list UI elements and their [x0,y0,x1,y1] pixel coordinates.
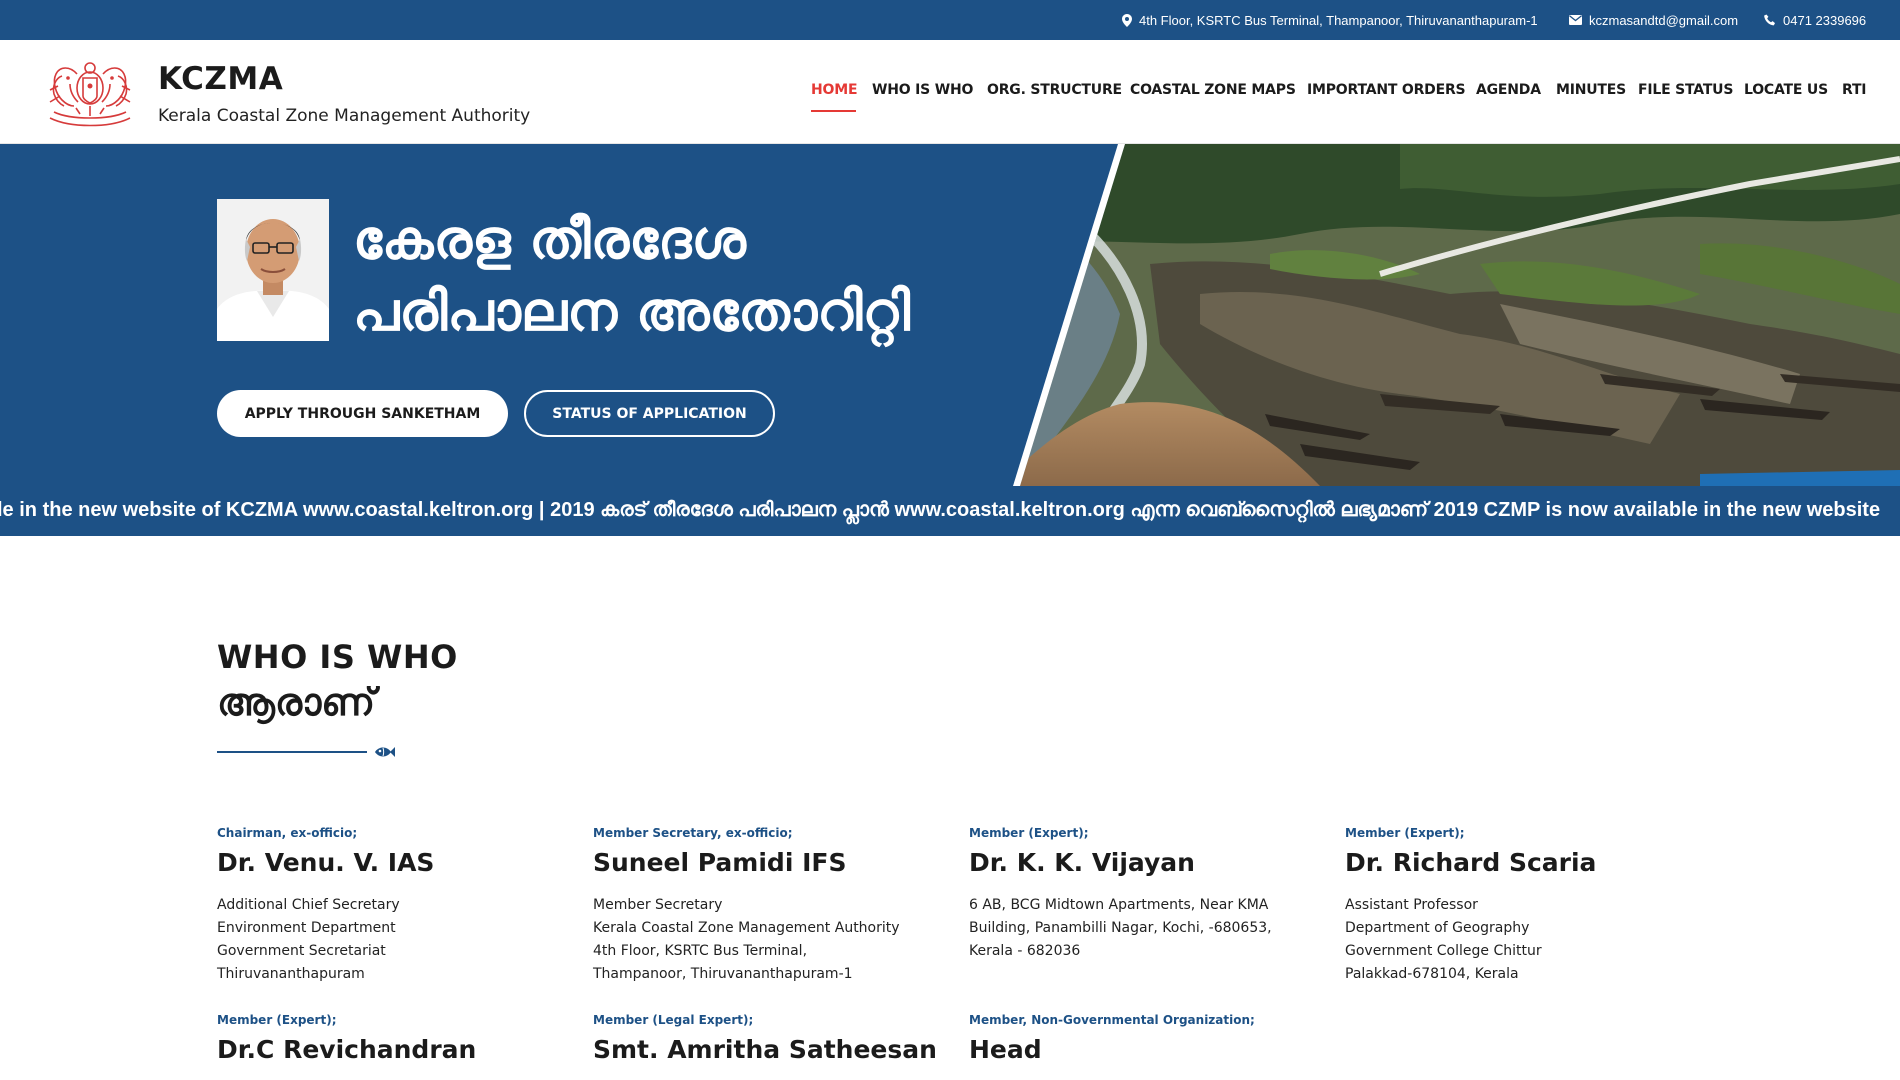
address-line: Building, Panambilli Nagar, Kochi, -6806… [969,920,1272,936]
nav-rti[interactable]: RTI [1842,82,1867,98]
member-role: Member (Expert); [1345,826,1465,840]
nav-agenda[interactable]: AGENDA [1476,82,1541,98]
email-info[interactable]: kczmasandtd@gmail.com [1569,0,1738,40]
member-role: Chairman, ex-officio; [217,826,358,840]
member-address: Member Secretary Kerala Coastal Zone Man… [593,894,933,986]
address-line: 6 AB, BCG Midtown Apartments, Near KMA [969,897,1269,913]
address-info: 4th Floor, KSRTC Bus Terminal, Thampanoo… [1122,0,1538,40]
member-card: Member Secretary, ex-officio; Suneel Pam… [593,826,933,986]
member-name: Head [969,1035,1042,1064]
address-line: Assistant Professor [1345,897,1478,913]
fish-icon [375,747,395,757]
member-card: Member, Non-Governmental Organization; H… [969,1013,1309,1064]
nav-coastal-zone-maps[interactable]: COASTAL ZONE MAPS [1130,82,1296,98]
member-role: Member (Legal Expert); [593,1013,754,1027]
address-text: 4th Floor, KSRTC Bus Terminal, Thampanoo… [1139,12,1538,28]
address-line: Kerala - 682036 [969,943,1081,959]
hero-title-line-1: കേരള തീരദേശ [353,208,746,271]
brand-title[interactable]: KCZMA [158,61,283,97]
hero-banner: കേരള തീരദേശ പരിപാലന അതോറിറ്റി APPLY THRO… [0,144,1900,486]
apply-through-sanketham-button[interactable]: APPLY THROUGH SANKETHAM [217,390,508,437]
member-role: Member, Non-Governmental Organization; [969,1013,1255,1027]
hero-title-line-2: പരിപാലന അതോറിറ്റി [353,280,911,343]
address-line: Thampanoor, Thiruvananthapuram-1 [593,966,853,982]
address-line: Palakkad-678104, Kerala [1345,966,1519,982]
nav-who-is-who[interactable]: WHO IS WHO [872,82,973,98]
address-line: 4th Floor, KSRTC Bus Terminal, [593,943,808,959]
email-text[interactable]: kczmasandtd@gmail.com [1589,13,1738,28]
member-role: Member Secretary, ex-officio; [593,826,793,840]
phone-info[interactable]: 0471 2339696 [1764,0,1866,40]
section-divider [217,751,367,753]
address-line: Department of Geography [1345,920,1530,936]
top-info-bar: 4th Floor, KSRTC Bus Terminal, Thampanoo… [0,0,1900,40]
address-line: Thiruvananthapuram [217,966,365,982]
member-card: Chairman, ex-officio; Dr. Venu. V. IAS A… [217,826,557,986]
section-subtitle: ആരാണ് [217,680,376,724]
envelope-icon [1569,15,1582,25]
address-line: Environment Department [217,920,396,936]
site-header: KCZMA Kerala Coastal Zone Management Aut… [0,40,1900,144]
member-card: Member (Expert); Dr. Richard Scaria Assi… [1345,826,1685,986]
nav-file-status[interactable]: FILE STATUS [1638,82,1733,98]
nav-minutes[interactable]: MINUTES [1556,82,1626,98]
address-line: Member Secretary [593,897,723,913]
chief-minister-portrait [217,199,329,341]
address-line: Additional Chief Secretary [217,897,400,913]
hero-title: കേരള തീരദേശ പരിപാലന അതോറിറ്റി [353,204,910,348]
member-address: Assistant Professor Department of Geogra… [1345,894,1685,986]
member-name: Dr. K. K. Vijayan [969,848,1195,877]
nav-org-structure[interactable]: ORG. STRUCTURE [987,82,1122,98]
member-card: Member (Legal Expert); Smt. Amritha Sath… [593,1013,937,1064]
address-line: Government College Chittur [1345,943,1542,959]
nav-locate-us[interactable]: LOCATE US [1744,82,1828,98]
member-role: Member (Expert); [217,1013,337,1027]
nav-important-orders[interactable]: IMPORTANT ORDERS [1307,82,1466,98]
brand-subtitle: Kerala Coastal Zone Management Authority [158,106,531,126]
phone-icon [1764,14,1775,26]
active-nav-indicator [811,110,856,112]
phone-text[interactable]: 0471 2339696 [1783,13,1866,28]
section-title: WHO IS WHO [217,638,458,676]
address-line: Government Secretariat [217,943,386,959]
member-card: Member (Expert); Dr.C Revichandran [217,1013,557,1064]
nav-home[interactable]: HOME [811,82,858,98]
location-pin-icon [1122,13,1132,27]
member-name: Dr. Richard Scaria [1345,848,1597,877]
news-ticker: le in the new website of KCZMA www.coast… [0,486,1900,536]
member-name: Smt. Amritha Satheesan [593,1035,937,1064]
member-role: Member (Expert); [969,826,1089,840]
status-of-application-button[interactable]: STATUS OF APPLICATION [524,390,775,437]
member-address: Additional Chief Secretary Environment D… [217,894,557,986]
member-name: Suneel Pamidi IFS [593,848,847,877]
member-card: Member (Expert); Dr. K. K. Vijayan 6 AB,… [969,826,1309,963]
member-name: Dr. Venu. V. IAS [217,848,435,877]
kerala-emblem-logo[interactable] [40,56,140,128]
member-name: Dr.C Revichandran [217,1035,477,1064]
ticker-text[interactable]: le in the new website of KCZMA www.coast… [0,499,1880,522]
address-line: Kerala Coastal Zone Management Authority [593,920,900,936]
member-address: 6 AB, BCG Midtown Apartments, Near KMA B… [969,894,1309,963]
